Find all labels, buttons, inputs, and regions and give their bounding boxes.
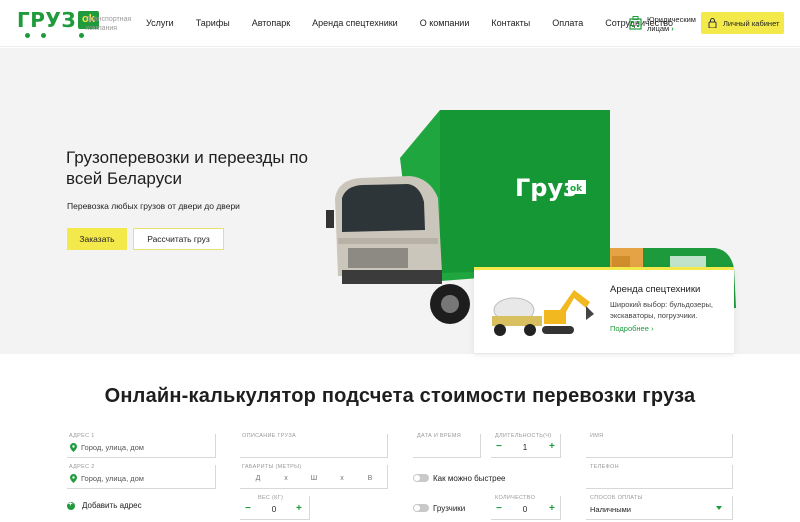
location-pin-icon: [70, 443, 77, 452]
datetime-field[interactable]: дата и время: [413, 433, 481, 458]
truck-cab: [326, 176, 442, 284]
site-header: ГРУЗ ok Транспортная компания Услуги Тар…: [0, 0, 800, 47]
payment-method-label: способ оплаты: [590, 495, 643, 501]
nav-item-fleet[interactable]: Автопарк: [252, 18, 290, 28]
personal-cabinet-label: Личный кабинет: [723, 18, 780, 28]
main-nav: Услуги Тарифы Автопарк Аренда спецтехник…: [146, 18, 695, 28]
excavator-image: [542, 290, 594, 334]
height-input[interactable]: В: [356, 475, 384, 482]
duration-minus-button[interactable]: −: [496, 442, 502, 452]
loaders-toggle[interactable]: [413, 504, 429, 512]
duration-label: длительность(ч): [495, 433, 552, 439]
datetime-label: дата и время: [417, 433, 461, 439]
fastest-toggle[interactable]: [413, 474, 429, 482]
personal-cabinet-button[interactable]: Личный кабинет: [701, 12, 784, 34]
building-icon: [629, 16, 642, 30]
weight-value[interactable]: 0: [264, 505, 284, 514]
nav-item-equipment-rental[interactable]: Аренда спецтехники: [312, 18, 398, 28]
phone-field[interactable]: телефон: [586, 464, 733, 489]
payment-method-value: Наличными: [590, 505, 631, 514]
nav-item-contacts[interactable]: Контакты: [491, 18, 530, 28]
legal-entities-link[interactable]: Юридическим лицам ›: [629, 15, 699, 33]
duration-plus-button[interactable]: +: [549, 442, 555, 452]
plus-icon: [67, 499, 75, 510]
logo-word: ГРУЗ: [17, 8, 77, 32]
hero-title: Грузоперевозки и переезды по всей Белару…: [66, 148, 309, 188]
add-address-label: Добавить адрес: [82, 501, 142, 510]
weight-minus-button[interactable]: −: [245, 504, 251, 514]
chevron-right-icon: ›: [671, 24, 674, 33]
promo-title: Аренда спецтехники: [610, 284, 701, 295]
logo-subtitle: Транспортная компания: [86, 16, 132, 32]
payment-method-select[interactable]: способ оплаты Наличными: [586, 495, 733, 520]
loaders-label: Грузчики: [433, 504, 466, 513]
dimension-separator: х: [340, 475, 344, 482]
order-button[interactable]: Заказать: [67, 228, 127, 250]
loaders-quantity-stepper[interactable]: количество − 0 +: [491, 495, 561, 520]
cargo-description-label: описание груза: [242, 433, 296, 439]
nav-item-services[interactable]: Услуги: [146, 18, 174, 28]
dimensions-label: габариты (метры): [242, 464, 302, 470]
concrete-mixer-image: [492, 297, 542, 336]
duration-stepper[interactable]: длительность(ч) − 1 +: [491, 433, 561, 458]
address2-label: адрес 2: [69, 464, 95, 470]
quantity-plus-button[interactable]: +: [549, 504, 555, 514]
cargo-description-field[interactable]: описание груза: [240, 433, 388, 458]
address1-label: адрес 1: [69, 433, 95, 439]
chevron-down-icon: [716, 506, 722, 510]
quantity-label: количество: [495, 495, 536, 501]
equipment-rental-card[interactable]: Аренда спецтехники Широкий выбор: бульдо…: [474, 267, 734, 353]
length-input[interactable]: Д: [244, 475, 272, 482]
address2-field[interactable]: адрес 2 Город, улица, дом: [67, 464, 216, 489]
quantity-value[interactable]: 0: [515, 505, 535, 514]
promo-description: Широкий выбор: бульдозеры, экскаваторы, …: [610, 300, 713, 320]
hero-subtitle: Перевозка любых грузов от двери до двери: [67, 201, 240, 211]
address1-field[interactable]: адрес 1 Город, улица, дом: [67, 433, 216, 458]
dimensions-inputs: Д х Ш х В: [244, 475, 384, 482]
truck-logo-text: Груз: [515, 174, 577, 202]
name-field[interactable]: имя: [586, 433, 733, 458]
construction-equipment-image: [492, 290, 594, 336]
lock-icon: [708, 18, 717, 28]
duration-value[interactable]: 1: [515, 443, 535, 452]
truck-logo-badge: ok: [570, 184, 583, 194]
weight-stepper[interactable]: вес (кг) − 0 +: [240, 495, 310, 520]
add-address-button[interactable]: Добавить адрес: [67, 499, 142, 510]
promo-more-link[interactable]: Подробнее ›: [610, 324, 653, 333]
calculator-title: Онлайн-калькулятор подсчета стоимости пе…: [104, 385, 696, 407]
weight-plus-button[interactable]: +: [296, 504, 302, 514]
dimension-separator: х: [284, 475, 288, 482]
nav-item-tariffs[interactable]: Тарифы: [196, 18, 230, 28]
dimensions-field[interactable]: габариты (метры) Д х Ш х В: [240, 464, 388, 489]
calculate-cargo-button[interactable]: Рассчитать груз: [133, 228, 224, 250]
location-pin-icon: [70, 474, 77, 483]
address2-placeholder: Город, улица, дом: [81, 474, 144, 483]
quantity-minus-button[interactable]: −: [496, 504, 502, 514]
address1-placeholder: Город, улица, дом: [81, 443, 144, 452]
nav-item-payment[interactable]: Оплата: [552, 18, 583, 28]
fastest-label: Как можно быстрее: [433, 474, 506, 483]
logo-wheels: [19, 33, 91, 38]
width-input[interactable]: Ш: [300, 475, 328, 482]
phone-label: телефон: [590, 464, 619, 470]
nav-item-about[interactable]: О компании: [420, 18, 470, 28]
name-label: имя: [590, 433, 604, 439]
weight-label: вес (кг): [258, 495, 284, 501]
